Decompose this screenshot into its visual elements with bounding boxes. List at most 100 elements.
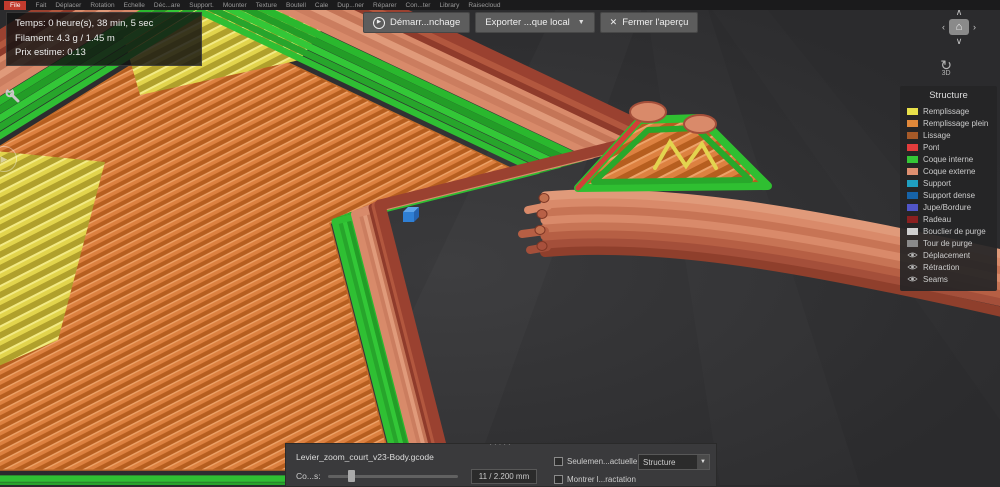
menu-item[interactable]: Déc...are xyxy=(154,2,180,9)
structure-view-dropdown[interactable]: Structure ▼ xyxy=(638,454,710,470)
legend-label: Coque interne xyxy=(923,154,974,164)
legend-item: Tour de purge xyxy=(900,237,997,249)
legend-label: Remplissage plein xyxy=(923,118,989,128)
eye-icon xyxy=(907,276,918,282)
menu-item[interactable]: Rotation xyxy=(90,2,114,9)
legend-label: Coque externe xyxy=(923,166,976,176)
menu-item[interactable]: Déplacer xyxy=(55,2,81,9)
export-button[interactable]: Exporter ...que local ▼ xyxy=(475,12,595,33)
menu-item[interactable]: Fait xyxy=(35,2,46,9)
legend-item: Lissage xyxy=(900,129,997,141)
toggle-label: Seams xyxy=(923,274,948,284)
rotate-right-arrow[interactable]: › xyxy=(973,22,976,32)
preview-toolbar: ▶ Démarr...nchage Exporter ...que local … xyxy=(363,12,699,33)
toggle-retraction[interactable]: Rétraction xyxy=(900,261,997,273)
rotate-down-arrow[interactable]: ∨ xyxy=(956,37,963,46)
legend-label: Bouclier de purge xyxy=(923,226,986,236)
panel-drag-handle[interactable]: ····· xyxy=(286,441,716,449)
show-retraction-checkbox[interactable] xyxy=(554,475,563,484)
settings-wrench-button[interactable] xyxy=(5,88,21,109)
chevron-down-icon: ▼ xyxy=(697,455,709,469)
legend-label: Tour de purge xyxy=(923,238,973,248)
layer-value: 11 / 2.200 mm xyxy=(471,469,537,484)
color-swatch xyxy=(907,227,918,235)
toggle-label: Rétraction xyxy=(923,262,960,272)
menubar: File Fait Déplacer Rotation Echelle Déc.… xyxy=(0,0,1000,10)
export-label: Exporter ...que local xyxy=(485,17,570,28)
show-retraction-label: Montrer l...ractation xyxy=(567,475,636,484)
menu-item[interactable]: Con...ter xyxy=(406,2,431,9)
only-current-layer-label: Seulemen...actuelle xyxy=(567,457,638,466)
legend-label: Pont xyxy=(923,142,940,152)
layer-slider-label: Co...s: xyxy=(296,471,321,481)
menu-item[interactable]: Dup...ner xyxy=(337,2,364,9)
legend-item: Bouclier de purge xyxy=(900,225,997,237)
gcode-filename: Levier_zoom_court_v23-Body.gcode xyxy=(296,452,434,462)
legend-label: Support dense xyxy=(923,190,976,200)
menu-item[interactable]: Echelle xyxy=(124,2,145,9)
menu-item[interactable]: Boutell xyxy=(286,2,306,9)
structure-legend-panel: Structure Remplissage Remplissage plein … xyxy=(900,86,997,291)
menu-raisecloud[interactable]: Raisecloud xyxy=(468,2,500,9)
menu-item[interactable]: Cale xyxy=(315,2,328,9)
legend-item: Support dense xyxy=(900,189,997,201)
only-current-layer-checkbox[interactable] xyxy=(554,457,563,466)
color-swatch xyxy=(907,119,918,127)
toggle-seams[interactable]: Seams xyxy=(900,273,997,285)
legend-item: Remplissage plein xyxy=(900,117,997,129)
color-swatch xyxy=(907,191,918,199)
color-swatch xyxy=(907,179,918,187)
color-swatch xyxy=(907,167,918,175)
home-view-button[interactable]: ⌂ xyxy=(949,19,969,35)
layer-slider-handle[interactable] xyxy=(348,470,355,482)
menu-item[interactable]: Texture xyxy=(256,2,277,9)
price-estimate: Prix estime: 0.13 xyxy=(15,47,86,59)
legend-item: Radeau xyxy=(900,213,997,225)
print-info-panel: Temps: 0 heure(s), 38 min, 5 sec Filamen… xyxy=(6,12,202,67)
menu-item[interactable]: Support. xyxy=(189,2,214,9)
legend-label: Radeau xyxy=(923,214,952,224)
color-swatch xyxy=(907,203,918,211)
dropdown-selected-value: Structure xyxy=(643,457,676,467)
legend-item: Jupe/Bordure xyxy=(900,201,997,213)
legend-item: Coque externe xyxy=(900,165,997,177)
legend-label: Support xyxy=(923,178,952,188)
color-swatch xyxy=(907,143,918,151)
rotate-left-arrow[interactable]: ‹ xyxy=(942,22,945,32)
print-time: Temps: 0 heure(s), 38 min, 5 sec xyxy=(15,18,154,29)
eye-icon xyxy=(907,252,918,258)
wrench-icon xyxy=(5,89,20,103)
close-preview-label: Fermer l'aperçu xyxy=(622,17,689,28)
legend-item: Pont xyxy=(900,141,997,153)
legend-item: Coque interne xyxy=(900,153,997,165)
play-icon: ▶ xyxy=(373,16,385,29)
legend-item: Remplissage xyxy=(900,105,997,117)
legend-label: Remplissage xyxy=(923,106,970,116)
menu-item[interactable]: Réparer xyxy=(373,2,396,9)
start-print-button[interactable]: ▶ Démarr...nchage xyxy=(363,12,471,33)
legend-title: Structure xyxy=(929,90,968,101)
close-icon: ✕ xyxy=(609,17,618,27)
menu-item[interactable]: Mounter xyxy=(223,2,247,9)
legend-item: Support xyxy=(900,177,997,189)
start-print-label: Démarr...nchage xyxy=(390,17,461,28)
chevron-down-icon: ▼ xyxy=(577,19,585,26)
menu-item[interactable]: Library xyxy=(439,2,459,9)
filament-usage: Filament: 4.3 g / 1.45 m xyxy=(15,32,115,44)
legend-label: Lissage xyxy=(923,130,951,140)
rotate-3d-button[interactable]: ↻ 3D xyxy=(940,58,952,77)
rotate-3d-label: 3D xyxy=(941,70,951,77)
color-swatch xyxy=(907,107,918,115)
3d-viewport[interactable] xyxy=(0,0,1000,485)
color-swatch xyxy=(907,131,918,139)
legend-label: Jupe/Bordure xyxy=(923,202,972,212)
menu-file[interactable]: File xyxy=(4,0,27,10)
eye-icon xyxy=(907,264,918,270)
close-preview-button[interactable]: ✕ Fermer l'aperçu xyxy=(599,12,699,33)
color-swatch xyxy=(907,155,918,163)
toggle-label: Déplacement xyxy=(923,250,971,260)
layer-preview-panel: ····· Levier_zoom_court_v23-Body.gcode C… xyxy=(285,441,717,487)
toggle-travel[interactable]: Déplacement xyxy=(900,249,997,261)
color-swatch xyxy=(907,215,918,223)
play-icon: ▶ xyxy=(0,153,8,164)
